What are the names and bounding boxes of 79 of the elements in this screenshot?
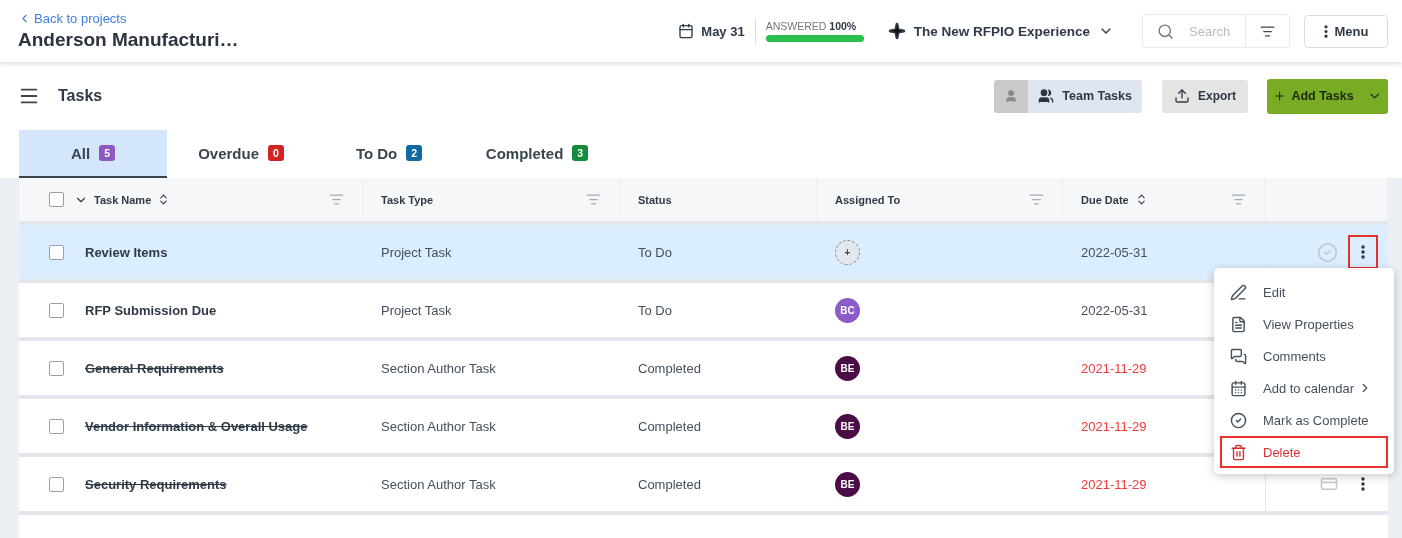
filter-icon — [1260, 23, 1275, 39]
trash-icon — [1230, 443, 1247, 461]
task-status: Completed — [638, 476, 701, 492]
more-icon — [1361, 477, 1365, 491]
user-icon — [1004, 88, 1019, 104]
card-icon[interactable] — [1320, 475, 1338, 493]
sparkle-icon — [887, 22, 906, 40]
export-button[interactable]: Export — [1162, 79, 1248, 113]
column-header[interactable]: Status — [638, 193, 672, 206]
task-status: Completed — [638, 418, 701, 434]
task-type: Project Task — [381, 302, 452, 318]
document-icon — [1230, 315, 1247, 333]
back-link[interactable]: Back to projects — [18, 11, 127, 26]
task-type: Section Author Task — [381, 476, 496, 492]
page-title: Tasks — [58, 87, 104, 105]
row-checkbox[interactable] — [49, 302, 64, 318]
check-circle-icon[interactable] — [1317, 241, 1338, 263]
filter-icon[interactable] — [329, 192, 344, 207]
filter-tab[interactable]: Completed 3 — [463, 130, 611, 178]
user-avatar: BC — [835, 297, 860, 323]
project-title: Anderson Manufacturi… — [18, 29, 239, 51]
due-date: 2022-05-31 — [1081, 244, 1148, 260]
column-header[interactable]: Task Name — [94, 193, 152, 206]
my-tasks-toggle[interactable] — [994, 79, 1029, 113]
search-icon — [1157, 23, 1174, 40]
pencil-icon — [1230, 283, 1247, 301]
task-name: RFP Submission Due — [85, 302, 217, 318]
filter-icon[interactable] — [1029, 192, 1044, 207]
count-badge: 5 — [99, 145, 115, 161]
upload-icon — [1174, 88, 1190, 104]
select-all-checkbox[interactable] — [49, 192, 64, 207]
task-status: To Do — [638, 244, 672, 260]
row-checkbox[interactable] — [49, 360, 64, 376]
menu-item[interactable]: Delete — [1220, 436, 1388, 468]
task-name: Vendor Information & Overall Usage — [85, 418, 308, 434]
plus-icon — [1273, 89, 1287, 103]
answered-label: ANSWERED 100% — [765, 20, 858, 32]
filter-icon[interactable] — [586, 192, 601, 207]
search-field[interactable]: Search — [1142, 14, 1246, 48]
add-tasks-button[interactable]: Add Tasks — [1267, 78, 1388, 114]
task-type: Project Task — [381, 244, 452, 260]
column-header[interactable]: Due Date — [1081, 193, 1129, 206]
due-date: 2021-11-29 — [1081, 360, 1147, 376]
more-icon — [1361, 245, 1365, 259]
task-type: Section Author Task — [381, 360, 496, 376]
filter-button[interactable] — [1246, 14, 1290, 48]
row-checkbox[interactable] — [49, 418, 64, 434]
column-header[interactable]: Assigned To — [835, 193, 901, 206]
calendar-icon — [678, 23, 695, 39]
row-checkbox[interactable] — [49, 476, 64, 492]
users-icon — [1038, 88, 1055, 104]
menu-button[interactable]: Menu — [1304, 14, 1388, 48]
task-name: Security Requirements — [85, 476, 227, 492]
more-icon — [1323, 24, 1328, 38]
count-badge: 2 — [406, 145, 423, 161]
task-type: Section Author Task — [381, 418, 496, 434]
team-tasks-toggle[interactable]: Team Tasks — [1028, 79, 1142, 113]
due-date: 2022-05-31 — [1081, 302, 1148, 318]
task-status: To Do — [638, 302, 672, 318]
task-name: General Requirements — [85, 360, 224, 376]
user-avatar: BE — [835, 413, 860, 439]
filter-tab[interactable]: Overdue 0 — [167, 130, 315, 178]
comments-icon — [1230, 347, 1247, 365]
due-date: May 31 — [701, 23, 745, 39]
filter-tab[interactable]: To Do 2 — [315, 130, 463, 178]
user-avatar: BE — [835, 471, 860, 497]
column-header[interactable]: Task Type — [381, 193, 434, 206]
due-date: 2021-11-29 — [1081, 476, 1147, 492]
filter-tab[interactable]: All 5 — [19, 130, 167, 178]
due-date: 2021-11-29 — [1081, 418, 1147, 434]
check-circle-icon — [1230, 411, 1247, 429]
count-badge: 0 — [268, 145, 284, 161]
calendar-icon — [1230, 379, 1247, 397]
user-avatar: BE — [835, 355, 860, 381]
task-name: Review Items — [85, 244, 168, 260]
count-badge: 3 — [572, 145, 589, 161]
task-status: Completed — [638, 360, 701, 376]
filter-icon[interactable] — [1231, 192, 1246, 207]
experience-dropdown[interactable]: The New RFPIO Experience — [881, 21, 1120, 41]
